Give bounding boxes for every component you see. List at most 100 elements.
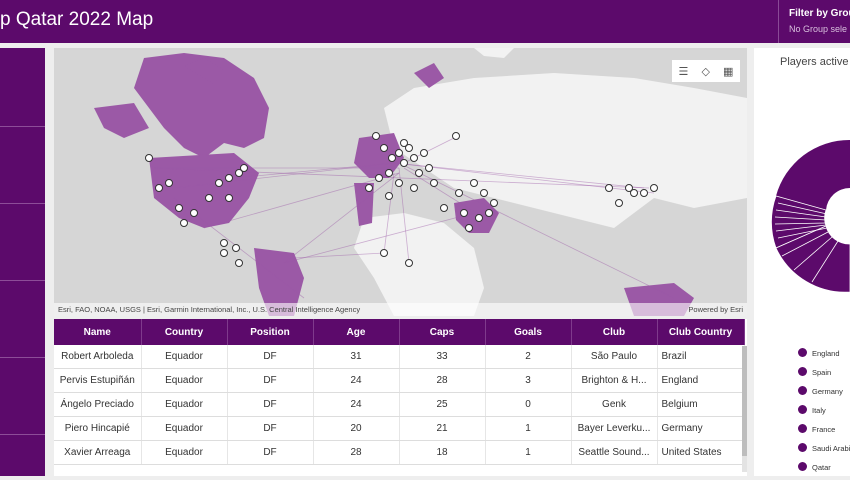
cell-country: Equador xyxy=(141,392,228,417)
cell-country: Equador xyxy=(141,416,228,441)
app-title: p Qatar 2022 Map xyxy=(0,9,154,30)
legend-item[interactable]: Saudi Arabia xyxy=(798,443,850,455)
filter-title: Filter by Group xyxy=(789,8,850,19)
cell-country: Equador xyxy=(141,368,228,393)
cell-caps: 28 xyxy=(399,368,486,393)
list-icon[interactable]: ☰ xyxy=(679,65,689,78)
cell-caps: 25 xyxy=(399,392,486,417)
nav-item[interactable] xyxy=(0,48,45,127)
arctic-land xyxy=(474,48,514,58)
legend-swatch xyxy=(798,424,807,433)
table-row[interactable]: Piero Hincapié Equador DF 20 21 1 Bayer … xyxy=(54,416,745,441)
legend-item[interactable]: Qatar xyxy=(798,462,850,474)
legend-item[interactable]: Germany xyxy=(798,386,850,398)
table-scrollbar[interactable] xyxy=(742,346,747,472)
cell-name: Robert Arboleda xyxy=(54,345,142,369)
cell-country: Equador xyxy=(141,345,228,369)
nav-item[interactable] xyxy=(0,280,45,358)
cell-club: Seattle Sound... xyxy=(571,440,658,465)
cell-name: Xavier Arreaga xyxy=(54,440,142,465)
cell-club-country: Germany xyxy=(657,416,745,441)
column-header[interactable]: Name xyxy=(54,319,142,345)
players-chart-panel: Players active England Spain Germany Ita… xyxy=(754,48,850,476)
filter-value: No Group sele xyxy=(789,24,848,34)
cell-club-country: England xyxy=(657,368,745,393)
legend-item[interactable]: France xyxy=(798,424,850,436)
legend-label: Qatar xyxy=(812,463,831,472)
legend-label: Italy xyxy=(812,406,826,415)
cell-age: 24 xyxy=(313,368,400,393)
legend-label: Saudi Arabia xyxy=(812,444,850,453)
map-canvas xyxy=(94,48,747,316)
cell-caps: 18 xyxy=(399,440,486,465)
group-filter[interactable]: Filter by Group No Group sele xyxy=(778,0,850,43)
nav-item[interactable] xyxy=(0,203,45,281)
table-row[interactable]: Ángelo Preciado Equador DF 24 25 0 Genk … xyxy=(54,392,745,417)
players-table: Name Country Position Age Caps Goals Clu… xyxy=(54,319,747,476)
legend-label: England xyxy=(812,349,840,358)
table-row[interactable]: Xavier Arreaga Equador DF 28 18 1 Seattl… xyxy=(54,440,745,465)
legend-label: France xyxy=(812,425,836,434)
legend-swatch xyxy=(798,348,807,357)
legend-swatch xyxy=(798,405,807,414)
column-header[interactable]: Goals xyxy=(485,319,572,345)
cell-club-country: Belgium xyxy=(657,392,745,417)
cell-caps: 33 xyxy=(399,345,486,369)
column-header[interactable]: Position xyxy=(227,319,314,345)
legend-swatch xyxy=(798,367,807,376)
cell-goals: 0 xyxy=(485,392,572,417)
column-header[interactable]: Country xyxy=(141,319,228,345)
nav-item[interactable] xyxy=(0,126,45,204)
cell-goals: 3 xyxy=(485,368,572,393)
cell-club-country: United States xyxy=(657,440,745,465)
world-map[interactable]: ☰ ◇ ▦ Esri, FAO, NOAA, USGS | Esri, Garm… xyxy=(54,48,747,316)
asia-land xyxy=(384,73,747,228)
cell-caps: 21 xyxy=(399,416,486,441)
column-header[interactable]: Caps xyxy=(399,319,486,345)
table-row[interactable]: Robert Arboleda Equador DF 31 33 2 São P… xyxy=(54,345,745,369)
legend-item[interactable]: England xyxy=(798,348,850,360)
map-attribution: Esri, FAO, NOAA, USGS | Esri, Garmin Int… xyxy=(54,303,747,316)
cell-name: Piero Hincapié xyxy=(54,416,142,441)
legend-label: Germany xyxy=(812,387,843,396)
legend-item[interactable]: Italy xyxy=(798,405,850,417)
map-toolbar: ☰ ◇ ▦ xyxy=(672,60,740,82)
nav-item[interactable] xyxy=(0,434,45,476)
qr-grid-icon[interactable]: ▦ xyxy=(723,65,733,78)
cell-club-country: Brazil xyxy=(657,345,745,369)
cell-club: São Paulo xyxy=(571,345,658,369)
nav-item[interactable] xyxy=(0,357,45,435)
powered-by-text[interactable]: Powered by Esri xyxy=(688,305,743,314)
table-row[interactable]: Pervis Estupiñán Equador DF 24 28 3 Brig… xyxy=(54,368,745,393)
legend-swatch xyxy=(798,462,807,471)
cell-position: DF xyxy=(227,392,314,417)
legend-item[interactable]: Spain xyxy=(798,367,850,379)
cell-club: Bayer Leverku... xyxy=(571,416,658,441)
cell-name: Pervis Estupiñán xyxy=(54,368,142,393)
layers-icon[interactable]: ◇ xyxy=(701,65,709,78)
cell-country: Equador xyxy=(141,440,228,465)
donut-ring[interactable] xyxy=(771,139,850,293)
table-header-row: Name Country Position Age Caps Goals Clu… xyxy=(54,319,745,345)
column-header[interactable]: Club Country xyxy=(657,319,745,345)
attribution-text: Esri, FAO, NOAA, USGS | Esri, Garmin Int… xyxy=(58,305,361,314)
cell-age: 31 xyxy=(313,345,400,369)
left-nav xyxy=(0,48,45,476)
app-header: p Qatar 2022 Map Filter by Group No Grou… xyxy=(0,0,850,43)
cell-goals: 1 xyxy=(485,416,572,441)
cell-position: DF xyxy=(227,440,314,465)
column-header[interactable]: Age xyxy=(313,319,400,345)
cell-age: 24 xyxy=(313,392,400,417)
cell-position: DF xyxy=(227,345,314,369)
cell-goals: 1 xyxy=(485,440,572,465)
alaska-shape xyxy=(94,103,149,138)
donut-chart xyxy=(771,139,850,293)
cell-age: 28 xyxy=(313,440,400,465)
legend-swatch xyxy=(798,443,807,452)
scrollbar-thumb[interactable] xyxy=(742,346,747,456)
legend-label: Spain xyxy=(812,368,832,377)
column-header[interactable]: Club xyxy=(571,319,658,345)
cell-goals: 2 xyxy=(485,345,572,369)
cell-position: DF xyxy=(227,416,314,441)
cell-club: Genk xyxy=(571,392,658,417)
